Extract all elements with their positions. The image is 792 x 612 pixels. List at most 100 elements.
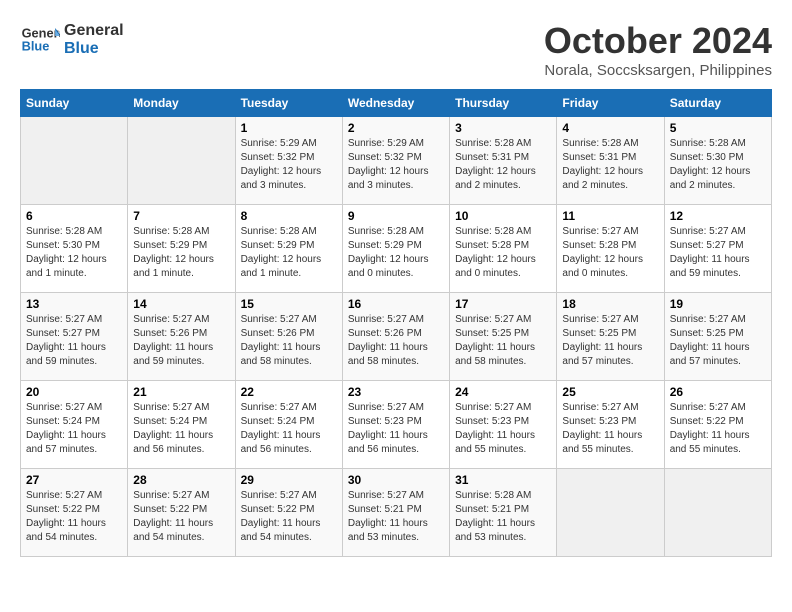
day-info: Sunrise: 5:27 AM Sunset: 5:22 PM Dayligh… [26,489,122,545]
calendar-cell: 4Sunrise: 5:28 AM Sunset: 5:31 PM Daylig… [557,117,664,205]
calendar-cell: 19Sunrise: 5:27 AM Sunset: 5:25 PM Dayli… [664,293,771,381]
calendar-cell: 9 Sunrise: 5:28 AM Sunset: 5:29 PM Daylig… [342,205,449,293]
calendar-cell [664,469,771,557]
svg-text:Blue: Blue [22,38,50,53]
header-tuesday: Tuesday [235,90,342,117]
calendar-cell: 22Sunrise: 5:27 AM Sunset: 5:24 PM Dayli… [235,381,342,469]
calendar-cell [557,469,664,557]
day-info: Sunrise: 5:27 AM Sunset: 5:23 PM Dayligh… [348,401,444,457]
header-monday: Monday [128,90,235,117]
day-info: Sunrise: 5:27 AM Sunset: 5:21 PM Dayligh… [348,489,444,545]
header-saturday: Saturday [664,90,771,117]
day-number: 19 [670,297,766,311]
day-info: Sunrise: 5:28 AM Sunset: 5:29 PM Dayligh… [133,225,229,281]
calendar-row-5: 27Sunrise: 5:27 AM Sunset: 5:22 PM Dayli… [21,469,772,557]
calendar-cell: 17 Sunrise: 5:27 AM Sunset: 5:25 PM Dayli… [450,293,557,381]
day-info: Sunrise: 5:29 AM Sunset: 5:32 PM Dayligh… [348,137,444,193]
day-info: Sunrise: 5:28 AM Sunset: 5:31 PM Dayligh… [562,137,658,193]
calendar-cell: 27Sunrise: 5:27 AM Sunset: 5:22 PM Dayli… [21,469,128,557]
calendar-cell [21,117,128,205]
logo: General Blue General Blue [20,20,124,60]
calendar-cell: 30 Sunrise: 5:27 AM Sunset: 5:21 PM Dayli… [342,469,449,557]
day-info: Sunrise: 5:27 AM Sunset: 5:26 PM Dayligh… [133,313,229,369]
day-info: Sunrise: 5:28 AM Sunset: 5:21 PM Dayligh… [455,489,551,545]
calendar-cell: 5 Sunrise: 5:28 AM Sunset: 5:30 PM Daylig… [664,117,771,205]
day-number: 8 [241,209,337,223]
day-info: Sunrise: 5:28 AM Sunset: 5:28 PM Dayligh… [455,225,551,281]
calendar-body: 1 Sunrise: 5:29 AM Sunset: 5:32 PM Daylig… [21,117,772,557]
day-info: Sunrise: 5:27 AM Sunset: 5:22 PM Dayligh… [670,401,766,457]
day-number: 11 [562,209,658,223]
day-info: Sunrise: 5:28 AM Sunset: 5:30 PM Dayligh… [670,137,766,193]
calendar-cell: 7Sunrise: 5:28 AM Sunset: 5:29 PM Daylig… [128,205,235,293]
day-number: 12 [670,209,766,223]
calendar-cell: 26 Sunrise: 5:27 AM Sunset: 5:22 PM Dayli… [664,381,771,469]
day-info: Sunrise: 5:27 AM Sunset: 5:27 PM Dayligh… [26,313,122,369]
calendar-cell: 20Sunrise: 5:27 AM Sunset: 5:24 PM Dayli… [21,381,128,469]
day-number: 24 [455,385,551,399]
day-number: 18 [562,297,658,311]
calendar-cell: 18 Sunrise: 5:27 AM Sunset: 5:25 PM Dayli… [557,293,664,381]
logo-line2: Blue [64,40,124,58]
day-number: 15 [241,297,337,311]
calendar-row-4: 20Sunrise: 5:27 AM Sunset: 5:24 PM Dayli… [21,381,772,469]
title-block: October 2024 Norala, Soccsksargen, Phili… [544,20,772,79]
day-number: 25 [562,385,658,399]
day-number: 14 [133,297,229,311]
calendar-cell: 14 Sunrise: 5:27 AM Sunset: 5:26 PM Dayli… [128,293,235,381]
day-info: Sunrise: 5:27 AM Sunset: 5:27 PM Dayligh… [670,225,766,281]
day-info: Sunrise: 5:27 AM Sunset: 5:24 PM Dayligh… [133,401,229,457]
calendar-cell: 2Sunrise: 5:29 AM Sunset: 5:32 PM Daylig… [342,117,449,205]
calendar-cell: 16Sunrise: 5:27 AM Sunset: 5:26 PM Dayli… [342,293,449,381]
day-number: 30 [348,473,444,487]
day-number: 3 [455,121,551,135]
day-info: Sunrise: 5:27 AM Sunset: 5:26 PM Dayligh… [348,313,444,369]
day-info: Sunrise: 5:27 AM Sunset: 5:22 PM Dayligh… [241,489,337,545]
header-row: Sunday Monday Tuesday Wednesday Thursday… [21,90,772,117]
day-number: 29 [241,473,337,487]
day-info: Sunrise: 5:29 AM Sunset: 5:32 PM Dayligh… [241,137,337,193]
calendar-row-1: 1 Sunrise: 5:29 AM Sunset: 5:32 PM Daylig… [21,117,772,205]
day-info: Sunrise: 5:27 AM Sunset: 5:23 PM Dayligh… [455,401,551,457]
page-header: General Blue General Blue October 2024 N… [20,20,772,79]
day-info: Sunrise: 5:27 AM Sunset: 5:25 PM Dayligh… [455,313,551,369]
calendar-cell: 21 Sunrise: 5:27 AM Sunset: 5:24 PM Dayli… [128,381,235,469]
day-info: Sunrise: 5:28 AM Sunset: 5:29 PM Dayligh… [241,225,337,281]
day-number: 9 [348,209,444,223]
day-info: Sunrise: 5:27 AM Sunset: 5:25 PM Dayligh… [562,313,658,369]
day-number: 31 [455,473,551,487]
day-number: 1 [241,121,337,135]
day-info: Sunrise: 5:27 AM Sunset: 5:22 PM Dayligh… [133,489,229,545]
header-thursday: Thursday [450,90,557,117]
month-title: October 2024 [544,20,772,62]
day-info: Sunrise: 5:28 AM Sunset: 5:30 PM Dayligh… [26,225,122,281]
day-number: 17 [455,297,551,311]
calendar-row-2: 6 Sunrise: 5:28 AM Sunset: 5:30 PM Daylig… [21,205,772,293]
calendar-cell: 6 Sunrise: 5:28 AM Sunset: 5:30 PM Daylig… [21,205,128,293]
calendar-cell: 24 Sunrise: 5:27 AM Sunset: 5:23 PM Dayli… [450,381,557,469]
calendar-cell: 8 Sunrise: 5:28 AM Sunset: 5:29 PM Daylig… [235,205,342,293]
day-number: 23 [348,385,444,399]
calendar-cell: 11Sunrise: 5:27 AM Sunset: 5:28 PM Dayli… [557,205,664,293]
day-info: Sunrise: 5:27 AM Sunset: 5:24 PM Dayligh… [26,401,122,457]
day-number: 26 [670,385,766,399]
header-sunday: Sunday [21,90,128,117]
day-info: Sunrise: 5:28 AM Sunset: 5:29 PM Dayligh… [348,225,444,281]
logo-icon: General Blue [20,20,60,60]
calendar-cell: 15 Sunrise: 5:27 AM Sunset: 5:26 PM Dayli… [235,293,342,381]
day-number: 28 [133,473,229,487]
day-number: 5 [670,121,766,135]
day-info: Sunrise: 5:27 AM Sunset: 5:26 PM Dayligh… [241,313,337,369]
logo-line1: General [64,22,124,40]
calendar-row-3: 13 Sunrise: 5:27 AM Sunset: 5:27 PM Dayli… [21,293,772,381]
day-number: 21 [133,385,229,399]
calendar-cell: 10Sunrise: 5:28 AM Sunset: 5:28 PM Dayli… [450,205,557,293]
calendar-cell: 3 Sunrise: 5:28 AM Sunset: 5:31 PM Daylig… [450,117,557,205]
location: Norala, Soccsksargen, Philippines [544,62,772,79]
day-number: 13 [26,297,122,311]
header-friday: Friday [557,90,664,117]
day-number: 6 [26,209,122,223]
calendar-cell [128,117,235,205]
day-info: Sunrise: 5:28 AM Sunset: 5:31 PM Dayligh… [455,137,551,193]
calendar-cell: 31 Sunrise: 5:28 AM Sunset: 5:21 PM Dayli… [450,469,557,557]
